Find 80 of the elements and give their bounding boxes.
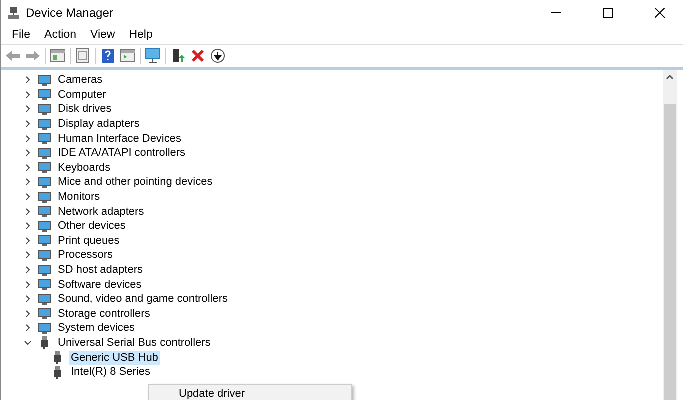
collapse-chevron-icon[interactable]	[23, 75, 33, 86]
tree-item[interactable]: Intel(R) 8 Series	[69, 365, 152, 380]
device-icon	[38, 102, 51, 116]
device-icon	[38, 205, 51, 218]
context-menu-item[interactable]: Update driver	[149, 387, 351, 400]
driver-update-icon[interactable]	[170, 48, 186, 64]
maximize-icon	[603, 8, 613, 18]
collapse-chevron-icon[interactable]	[23, 177, 33, 188]
collapse-chevron-icon[interactable]	[23, 148, 33, 158]
device-icon	[38, 176, 51, 189]
properties-icon[interactable]	[75, 48, 91, 64]
device-icon	[38, 132, 51, 146]
device-icon	[38, 74, 51, 87]
tree-item[interactable]: System devices	[56, 321, 138, 336]
scroll-thumb[interactable]	[664, 104, 676, 400]
collapse-chevron-icon[interactable]	[23, 90, 33, 100]
menu-item[interactable]: View	[84, 29, 122, 41]
usb-plug-icon	[51, 366, 64, 379]
tree-item[interactable]: Disk drives	[56, 102, 114, 116]
device-icon	[38, 264, 51, 277]
device-icon	[38, 118, 51, 131]
device-icon	[38, 146, 51, 160]
collapse-chevron-icon[interactable]	[23, 280, 33, 290]
view-window-icon[interactable]	[120, 48, 136, 64]
device-icon	[38, 161, 51, 174]
collapse-chevron-icon[interactable]	[23, 104, 33, 114]
device-icon	[38, 190, 51, 204]
help-icon[interactable]	[100, 48, 116, 64]
tree-item[interactable]: Keyboards	[56, 160, 113, 175]
down-arrow-circle-icon[interactable]	[210, 48, 226, 64]
collapse-chevron-icon[interactable]	[23, 206, 33, 217]
tree-item[interactable]: SD host adapters	[56, 263, 145, 278]
device-icon	[38, 307, 51, 320]
menu-item[interactable]: Action	[38, 29, 84, 41]
collapse-chevron-icon[interactable]	[23, 162, 33, 173]
collapse-chevron-icon[interactable]	[23, 192, 33, 202]
tree-item[interactable]: Other devices	[56, 219, 128, 234]
tree-item[interactable]: Print queues	[56, 234, 122, 248]
tree-item[interactable]: Universal Serial Bus controllers	[56, 336, 213, 350]
collapse-chevron-icon[interactable]	[23, 250, 33, 260]
collapse-chevron-icon[interactable]	[23, 294, 33, 304]
scroll-up-icon[interactable]	[666, 74, 674, 80]
tree-item[interactable]: Generic USB Hub	[69, 350, 160, 365]
tree-item[interactable]: Network adapters	[56, 204, 146, 219]
collapse-chevron-icon[interactable]	[23, 119, 33, 130]
tree-item[interactable]: Sound, video and game controllers	[56, 292, 230, 306]
tree-item[interactable]: Monitors	[56, 190, 102, 204]
app-icon	[7, 6, 20, 20]
tree-item[interactable]: Processors	[56, 248, 116, 262]
tree-item[interactable]: Human Interface Devices	[56, 132, 184, 146]
device-icon	[38, 248, 51, 262]
menu-item[interactable]: File	[5, 29, 38, 41]
collapse-chevron-icon[interactable]	[23, 134, 33, 144]
device-icon	[38, 322, 51, 335]
collapse-chevron-icon[interactable]	[23, 221, 33, 232]
scrollbar[interactable]	[663, 70, 677, 400]
tree-item[interactable]: IDE ATA/ATAPI controllers	[56, 146, 188, 160]
tree-item[interactable]: Display adapters	[56, 117, 142, 132]
collapse-chevron-icon[interactable]	[23, 265, 33, 276]
device-icon	[38, 292, 51, 306]
usb-plug-icon	[38, 336, 51, 350]
tree-item[interactable]: Mice and other pointing devices	[56, 175, 215, 190]
device-icon	[38, 234, 51, 248]
tree-item[interactable]: Software devices	[56, 278, 144, 292]
menu-item[interactable]: Help	[122, 29, 160, 41]
usb-plug-icon	[51, 351, 64, 364]
collapse-chevron-icon[interactable]	[23, 236, 33, 246]
tree-item[interactable]: Computer	[56, 88, 108, 102]
device-icon	[38, 278, 51, 292]
tree-item[interactable]: Storage controllers	[56, 306, 152, 321]
close-x-icon[interactable]	[190, 48, 206, 64]
monitor-icon[interactable]	[145, 48, 161, 64]
window-title: Device Manager	[26, 6, 114, 20]
collapse-chevron-icon[interactable]	[23, 308, 33, 319]
device-icon	[38, 220, 51, 233]
device-icon	[38, 88, 51, 102]
close-icon	[655, 8, 665, 18]
console-tree-icon[interactable]	[50, 48, 66, 64]
tree-item[interactable]: Cameras	[56, 73, 105, 88]
collapse-chevron-icon[interactable]	[23, 323, 33, 334]
